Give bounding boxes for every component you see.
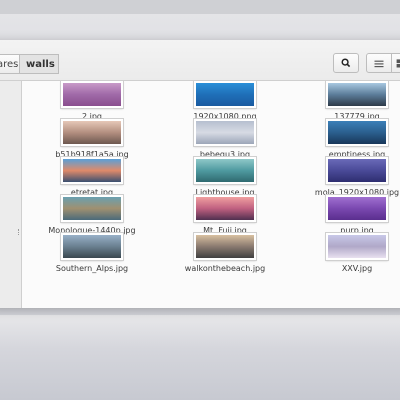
file-name: XXV.jpg <box>341 264 373 273</box>
file-thumbnail <box>61 157 123 184</box>
file-name: walkonthebeach.jpg <box>184 264 266 273</box>
file-item[interactable]: Mt. Fuji.jpg <box>170 195 280 235</box>
file-item[interactable]: Monologue-1440p.jpg <box>37 195 147 235</box>
file-thumbnail <box>61 233 123 260</box>
desktop-top-bar <box>0 0 400 14</box>
file-thumbnail <box>194 195 256 222</box>
file-thumbnail <box>194 157 256 184</box>
file-thumbnail <box>194 233 256 260</box>
breadcrumb-current[interactable]: walls <box>19 54 59 74</box>
file-thumbnail <box>326 233 388 260</box>
file-item[interactable]: 2.jpg <box>37 81 147 121</box>
file-thumbnail <box>326 195 388 222</box>
file-thumbnail <box>326 119 388 146</box>
file-item[interactable]: XXV.jpg <box>302 233 400 273</box>
grid-view-icon <box>396 59 400 68</box>
search-icon <box>341 58 351 68</box>
sidebar <box>0 81 22 308</box>
search-button[interactable] <box>333 53 359 73</box>
file-thumbnail <box>326 157 388 184</box>
list-view-button[interactable] <box>366 53 392 73</box>
file-item[interactable]: 1920x1080.png <box>170 81 280 121</box>
file-grid: 2.jpg 1920x1080.png 137779.jpg b51b918f1a5a… <box>22 81 400 308</box>
header-bar: ares walls <box>0 40 400 81</box>
file-item[interactable]: purp.jpg <box>302 195 400 235</box>
list-view-icon <box>374 60 384 68</box>
file-name: Southern_Alps.jpg <box>55 264 129 273</box>
file-item[interactable]: 137779.jpg <box>302 81 400 121</box>
file-manager-window: ares walls 2.jpg 1920x1080.png 137779.jpg b… <box>0 40 400 308</box>
file-thumbnail <box>61 119 123 146</box>
file-item[interactable]: bebequ3.jpg <box>170 119 280 159</box>
file-item[interactable]: walkonthebeach.jpg <box>170 233 280 273</box>
file-item[interactable]: mola_1920x1080.jpg <box>302 157 400 197</box>
file-item[interactable]: Lighthouse.jpg <box>170 157 280 197</box>
file-thumbnail <box>61 195 123 222</box>
desktop-background <box>0 315 400 400</box>
sidebar-resize-handle[interactable] <box>18 229 21 235</box>
file-item[interactable]: Southern_Alps.jpg <box>37 233 147 273</box>
file-item[interactable]: etretat.jpg <box>37 157 147 197</box>
file-thumbnail <box>326 81 388 108</box>
breadcrumb-parent[interactable]: ares <box>0 54 20 74</box>
file-item[interactable]: emptiness.jpg <box>302 119 400 159</box>
file-thumbnail <box>61 81 123 108</box>
file-thumbnail <box>194 81 256 108</box>
grid-view-button[interactable] <box>391 53 400 73</box>
file-item[interactable]: b51b918f1a5a.jpg <box>37 119 147 159</box>
file-thumbnail <box>194 119 256 146</box>
